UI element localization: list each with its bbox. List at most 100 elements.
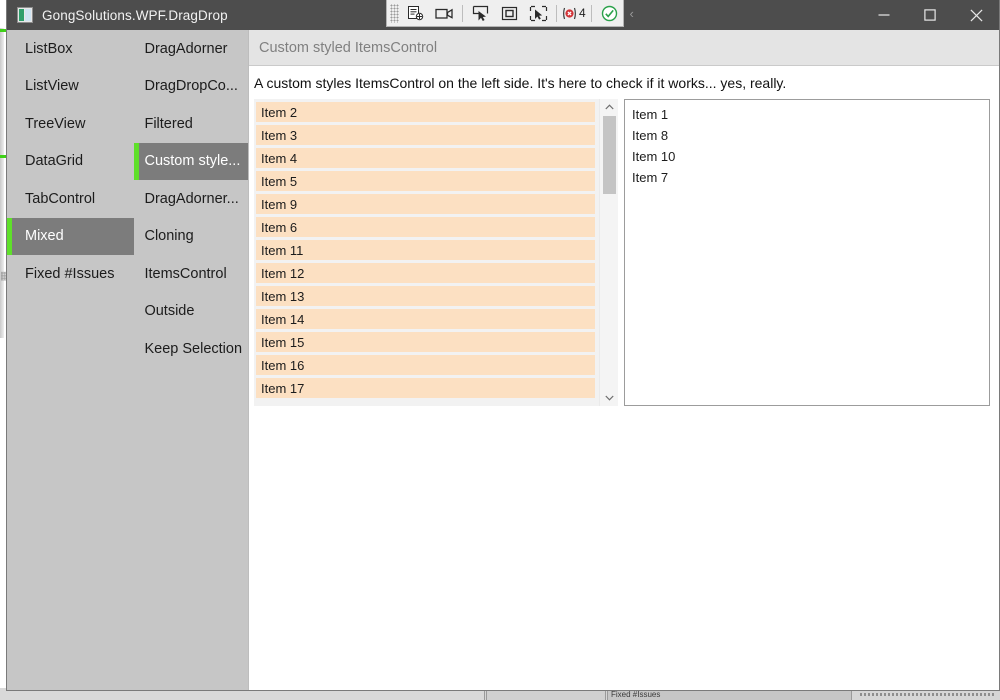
window-panes-icon [17,7,33,23]
sidebar-item-dragadorner[interactable]: DragAdorner [134,30,248,68]
sidebar-item-label: DataGrid [25,153,83,169]
camera-icon[interactable] [430,2,459,25]
items-control-item[interactable]: Item 4 [256,148,595,168]
sidebar-item-label: Filtered [144,116,192,132]
sidebar-item-fixed-issues[interactable]: Fixed #Issues [7,255,134,293]
items-control-item-label: Item 4 [261,151,297,166]
sidebar-item-label: Keep Selection [144,341,242,357]
sidebar-item-label: Mixed [25,228,64,244]
maximize-icon[interactable] [907,0,953,30]
chevron-up-icon[interactable] [600,99,618,115]
items-control-item-label: Item 9 [261,197,297,212]
close-icon[interactable] [953,0,999,30]
items-control-scrollbar[interactable] [599,99,618,406]
sidebar-item-filtered[interactable]: Filtered [134,105,248,143]
items-control-item[interactable]: Item 3 [256,125,595,145]
application-window: GongSolutions.WPF.DragDrop [6,0,1000,691]
page-title: Custom styled ItemsControl [259,40,437,56]
sidebar-item-label: TreeView [25,116,85,132]
sidebar-item-listview[interactable]: ListView [7,68,134,106]
sidebar-item-outside[interactable]: Outside [134,293,248,331]
listbox-item[interactable]: Item 10 [629,146,989,167]
error-count: 4 [579,6,586,20]
items-control-item[interactable]: Item 16 [256,355,595,375]
background-window-edge [0,28,4,338]
sidebar-item-dragadorner[interactable]: DragAdorner... [134,180,248,218]
items-control-item-label: Item 12 [261,266,304,281]
sidebar-item-label: ItemsControl [144,266,226,282]
toolbar-drag-handle[interactable] [390,4,399,23]
sidebar-item-label: DragDropCo... [144,78,237,94]
items-control-item[interactable]: Item 2 [256,102,595,122]
sidebar-item-label: TabControl [25,191,95,207]
application-body: ListBox ListView TreeView DataGrid TabContro… [7,30,999,691]
sidebar-item-datagrid[interactable]: DataGrid [7,143,134,181]
items-control-item[interactable]: Item 11 [256,240,595,260]
sidebar-item-label: Fixed #Issues [25,266,114,282]
items-control-item-label: Item 17 [261,381,304,396]
sidebar-item-label: Custom style... [144,153,240,169]
listbox-item[interactable]: Item 1 [629,104,989,125]
listbox-item-label: Item 7 [632,170,668,185]
custom-styled-items-control[interactable]: Item 2 Item 3 Item 4 Item 5 Item 9 Item 6 Item… [254,99,618,406]
listbox-item[interactable]: Item 8 [629,125,989,146]
sidebar-item-dragdropco[interactable]: DragDropCo... [134,68,248,106]
sidebar-item-tabcontrol[interactable]: TabControl [7,180,134,218]
sidebar-item-label: ListBox [25,41,73,57]
listbox-item[interactable]: Item 7 [629,167,989,188]
items-control-item-label: Item 14 [261,312,304,327]
display-layout-adorners-icon[interactable] [495,2,524,25]
toolbar-separator-2 [556,5,557,22]
sidebar-item-label: Outside [144,303,194,319]
sidebar-item-keep-selection[interactable]: Keep Selection [134,330,248,368]
items-control-item-label: Item 13 [261,289,304,304]
chevron-down-icon[interactable] [600,390,618,406]
sidebar: ListBox ListView TreeView DataGrid TabContro… [7,30,249,691]
items-control-item-label: Item 3 [261,128,297,143]
content-filler [249,406,999,691]
minimize-icon[interactable] [861,0,907,30]
sidebar-item-label: Cloning [144,228,193,244]
items-control-item[interactable]: Item 12 [256,263,595,283]
sidebar-item-label: ListView [25,78,79,94]
title-bar[interactable]: GongSolutions.WPF.DragDrop [7,0,999,30]
items-control-item-label: Item 15 [261,335,304,350]
target-listbox[interactable]: Item 1 Item 8 Item 10 Item 7 [624,99,990,406]
track-focused-element-icon[interactable] [524,2,553,25]
items-control-item-label: Item 2 [261,105,297,120]
sidebar-item-label: DragAdorner [144,41,227,57]
window-title: GongSolutions.WPF.DragDrop [42,8,228,23]
items-control-item[interactable]: Item 6 [256,217,595,237]
toolbar-separator-1 [462,5,463,22]
window-controls [861,0,999,30]
items-control-item[interactable]: Item 13 [256,286,595,306]
sidebar-item-treeview[interactable]: TreeView [7,105,134,143]
status-badge[interactable]: 4 [560,6,588,21]
items-control-item-label: Item 16 [261,358,304,373]
sidebar-item-mixed[interactable]: Mixed [7,218,134,256]
go-to-live-visual-tree-icon[interactable] [401,2,430,25]
sidebar-item-cloning[interactable]: Cloning [134,218,248,256]
scrollbar-thumb[interactable] [603,116,616,194]
toolbar-separator-3 [591,5,592,22]
items-control-item[interactable]: Item 17 [256,378,595,398]
items-control-list[interactable]: Item 2 Item 3 Item 4 Item 5 Item 9 Item 6 Item… [254,99,599,406]
listbox-item-label: Item 10 [632,149,675,164]
chevron-left-icon[interactable]: ‹ [624,2,640,25]
listbox-item-label: Item 8 [632,128,668,143]
check-circle-icon[interactable] [595,2,624,25]
items-control-item[interactable]: Item 15 [256,332,595,352]
listbox-item-label: Item 1 [632,107,668,122]
sidebar-item-listbox[interactable]: ListBox [7,30,134,68]
items-control-item[interactable]: Item 14 [256,309,595,329]
items-control-item[interactable]: Item 5 [256,171,595,191]
sidebar-item-itemscontrol[interactable]: ItemsControl [134,255,248,293]
items-control-item[interactable]: Item 9 [256,194,595,214]
sidebar-primary-nav: ListBox ListView TreeView DataGrid TabContro… [7,30,134,691]
sidebar-secondary-nav: DragAdorner DragDropCo... Filtered Custom s… [134,30,248,691]
sidebar-item-custom-style[interactable]: Custom style... [134,143,248,181]
xaml-diagnostics-toolbar[interactable]: 4 ‹ [386,0,624,27]
items-control-item-label: Item 5 [261,174,297,189]
items-control-item-label: Item 11 [261,243,303,258]
select-element-icon[interactable] [466,2,495,25]
